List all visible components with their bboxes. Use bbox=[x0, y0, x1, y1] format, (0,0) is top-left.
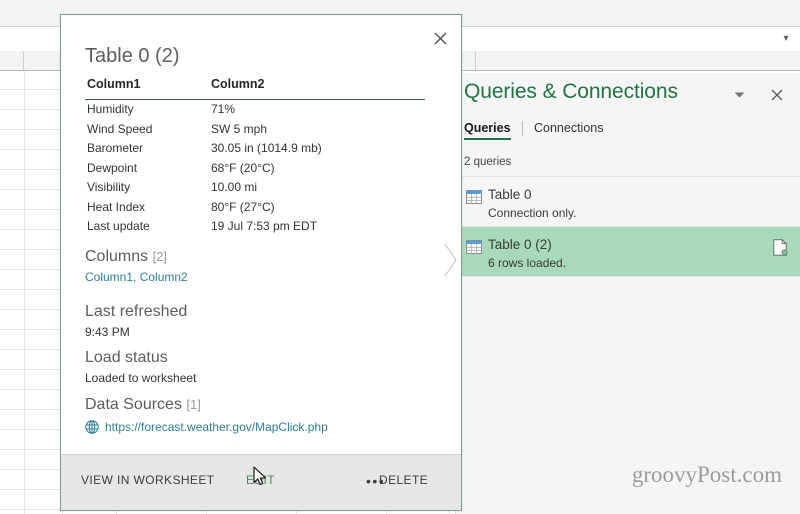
cell: Last update bbox=[87, 219, 150, 233]
last-refreshed-section: Last refreshed 9:43 PM bbox=[85, 303, 187, 339]
tab-queries[interactable]: Queries bbox=[464, 121, 511, 140]
data-sources-count: [1] bbox=[186, 397, 201, 412]
query-count-label: 2 queries bbox=[464, 156, 512, 168]
watermark: groovyPost.com bbox=[631, 462, 782, 487]
column-header-cell[interactable] bbox=[0, 51, 24, 70]
load-status-section: Load status Loaded to worksheet bbox=[85, 349, 196, 385]
queries-connections-pane: Queries & Connections Queries Connection… bbox=[455, 73, 800, 514]
pane-title: Queries & Connections bbox=[464, 80, 678, 103]
columns-section: Columns [2] Column1, Column2 bbox=[85, 248, 188, 284]
column-header: Column2 bbox=[211, 77, 265, 91]
pane-header: Queries & Connections bbox=[456, 73, 800, 117]
cell: 71% bbox=[211, 102, 236, 116]
peek-pointer-icon bbox=[444, 242, 458, 278]
query-peek-card: Table 0 (2) Column1 Column2 Humidity 71%… bbox=[60, 14, 462, 511]
data-sources-section: Data Sources [1] https://forecast.weathe… bbox=[85, 396, 328, 436]
columns-value[interactable]: Column1, Column2 bbox=[85, 270, 188, 284]
tab-connections[interactable]: Connections bbox=[534, 121, 604, 140]
data-sources-label: Data Sources bbox=[85, 396, 182, 413]
data-source-url[interactable]: https://forecast.weather.gov/MapClick.ph… bbox=[105, 420, 328, 434]
data-source-row[interactable]: https://forecast.weather.gov/MapClick.ph… bbox=[85, 420, 328, 436]
columns-count: [2] bbox=[152, 249, 168, 264]
cell: 68°F (20°C) bbox=[211, 160, 275, 175]
section-title: Last refreshed bbox=[85, 303, 188, 320]
table-icon bbox=[466, 240, 482, 254]
cell: Wind Speed bbox=[87, 121, 153, 136]
cell: SW 5 mph bbox=[211, 121, 268, 136]
columns-label: Columns bbox=[85, 248, 149, 265]
query-status: Connection only. bbox=[488, 206, 577, 220]
close-icon[interactable] bbox=[766, 85, 788, 105]
cell: Heat Index bbox=[87, 199, 146, 214]
query-name: Table 0 bbox=[488, 187, 532, 202]
query-list: Table 0 Connection only. Table 0 (2) 6 r… bbox=[456, 177, 800, 277]
section-title: Columns [2] bbox=[85, 248, 188, 266]
chevron-down-icon[interactable]: ▾ bbox=[780, 33, 792, 45]
pane-tabs: Queries Connections bbox=[456, 121, 800, 149]
cell: 80°F (27°C) bbox=[211, 199, 275, 214]
section-title: Load status bbox=[85, 349, 168, 366]
excel-window: ▾ Queries & Connections Queries Connecti… bbox=[0, 0, 800, 514]
peek-title: Table 0 (2) bbox=[85, 45, 180, 67]
globe-icon bbox=[85, 420, 99, 434]
table-icon bbox=[466, 190, 482, 204]
cell: Barometer bbox=[87, 141, 144, 155]
table-row: Barometer 30.05 in (1014.9 mb) bbox=[85, 139, 425, 159]
view-in-worksheet-button[interactable]: VIEW IN WORKSHEET bbox=[81, 473, 214, 487]
list-item[interactable]: Table 0 (2) 6 rows loaded. bbox=[456, 227, 800, 277]
tab-divider bbox=[522, 121, 523, 136]
mouse-cursor bbox=[253, 466, 269, 493]
table-row: Humidity 71% bbox=[85, 100, 425, 120]
section-title: Data Sources [1] bbox=[85, 396, 201, 414]
worksheet-icon[interactable] bbox=[773, 239, 789, 257]
table-header-row: Column1 Column2 bbox=[85, 77, 425, 100]
column-header: Column1 bbox=[87, 77, 141, 91]
cell: 10.00 mi bbox=[211, 180, 258, 194]
load-status-value: Loaded to worksheet bbox=[85, 371, 197, 385]
preview-table: Column1 Column2 Humidity 71% Wind Speed … bbox=[85, 77, 425, 237]
cell: 19 Jul 7:53 pm EDT bbox=[211, 219, 318, 233]
delete-button[interactable]: DELETE bbox=[379, 473, 428, 487]
table-row: Last update 19 Jul 7:53 pm EDT bbox=[85, 217, 425, 237]
cell: Visibility bbox=[87, 180, 131, 194]
query-status: 6 rows loaded. bbox=[488, 256, 567, 270]
cell: Dewpoint bbox=[87, 160, 138, 175]
cell: 30.05 in (1014.9 mb) bbox=[211, 141, 322, 155]
chevron-down-icon[interactable] bbox=[728, 85, 750, 105]
query-name: Table 0 (2) bbox=[488, 237, 552, 252]
divider bbox=[456, 276, 800, 277]
column-header-cell[interactable] bbox=[24, 51, 62, 70]
last-refreshed-value: 9:43 PM bbox=[85, 325, 130, 339]
cell: Humidity bbox=[87, 102, 134, 116]
table-row: Dewpoint 68°F (20°C) bbox=[85, 159, 425, 179]
table-row: Wind Speed SW 5 mph bbox=[85, 120, 425, 140]
table-row: Visibility 10.00 mi bbox=[85, 178, 425, 198]
table-row: Heat Index 80°F (27°C) bbox=[85, 198, 425, 218]
list-item[interactable]: Table 0 Connection only. bbox=[456, 177, 800, 227]
close-icon[interactable] bbox=[429, 27, 451, 49]
